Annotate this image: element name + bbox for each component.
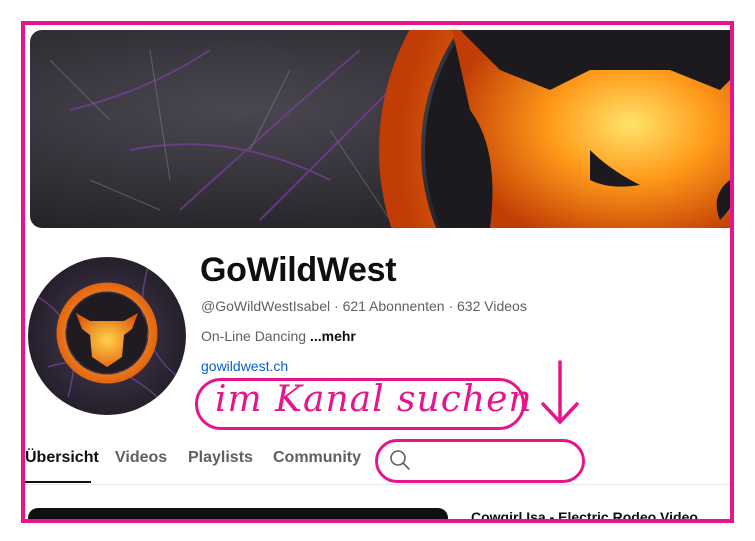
tab-videos[interactable]: Videos xyxy=(115,449,167,467)
channel-avatar[interactable] xyxy=(28,257,186,415)
tabs-divider xyxy=(25,484,730,485)
tab-playlists[interactable]: Playlists xyxy=(188,449,253,467)
channel-link[interactable]: gowildwest.ch xyxy=(201,358,288,374)
more-link[interactable]: ...mehr xyxy=(310,328,356,344)
channel-meta: @GoWildWestIsabel · 621 Abonnenten · 632… xyxy=(201,298,527,314)
search-icon[interactable] xyxy=(389,449,411,471)
channel-handle: @GoWildWestIsabel xyxy=(201,298,331,314)
channel-name: GoWildWest xyxy=(200,251,397,289)
video-count: 632 Videos xyxy=(457,298,527,314)
tab-uebersicht[interactable]: Übersicht xyxy=(25,449,99,467)
description-text: On-Line Dancing xyxy=(201,328,310,344)
annotation-text: im Kanal suchen xyxy=(215,379,533,420)
tab-community[interactable]: Community xyxy=(273,449,361,467)
meta-separator: · xyxy=(330,298,343,314)
active-tab-indicator xyxy=(25,481,91,483)
subscriber-count: 621 Abonnenten xyxy=(342,298,445,314)
featured-video-title[interactable]: Cowgirl Isa - Electric Rodeo Video xyxy=(471,509,698,519)
meta-separator: · xyxy=(444,298,458,314)
channel-description[interactable]: On-Line Dancing ...mehr xyxy=(201,328,356,344)
channel-banner xyxy=(30,30,730,228)
screenshot-frame: GoWildWest @GoWildWestIsabel · 621 Abonn… xyxy=(21,21,734,523)
featured-video-thumbnail[interactable] xyxy=(28,508,448,519)
annotation-arrow-icon xyxy=(541,360,579,424)
